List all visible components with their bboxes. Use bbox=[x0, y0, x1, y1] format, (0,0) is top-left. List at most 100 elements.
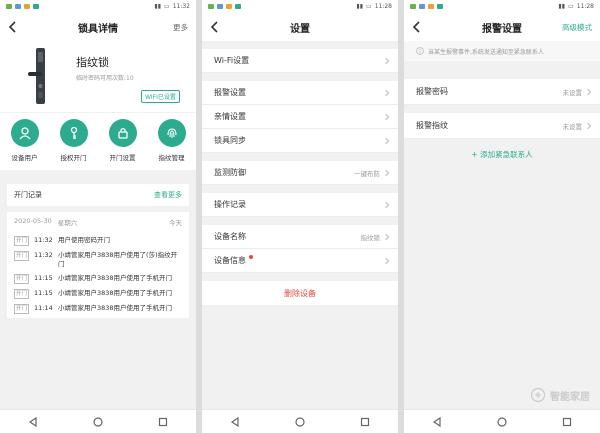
delete-device-button[interactable]: 删除设备 bbox=[202, 281, 398, 305]
app-icon bbox=[235, 4, 241, 9]
settings-item-sync[interactable]: 锁具同步 bbox=[202, 129, 398, 153]
list-item: 开门 11:15 小靖管家用户3838用户使用了手机开门 bbox=[14, 274, 182, 284]
chevron-right-icon bbox=[385, 169, 390, 176]
watermark-logo-icon bbox=[530, 387, 546, 403]
notice-text: 当某生报警事件,系统发送通知至紧急联系人 bbox=[428, 48, 544, 56]
nav-bar: 设置 bbox=[202, 13, 398, 41]
records-header: 开门记录 查看更多 bbox=[7, 184, 189, 206]
log-time: 11:14 bbox=[34, 304, 53, 312]
settings-item-devinfo[interactable]: 设备信息 bbox=[202, 249, 398, 273]
page-title: 设置 bbox=[290, 23, 310, 35]
lock-name: 指纹锁 bbox=[76, 56, 109, 69]
chevron-right-icon bbox=[385, 201, 390, 208]
app-icon bbox=[24, 4, 30, 9]
action-label: 设备用户 bbox=[11, 154, 38, 162]
status-bar: ▮▮ ▭ 11:28 bbox=[404, 0, 600, 13]
lock-card: 指纹锁 临时密码可用次数:10 WIFI已设置 bbox=[0, 41, 196, 112]
view-more-link[interactable]: 查看更多 bbox=[154, 190, 182, 200]
log-time: 11:15 bbox=[34, 274, 53, 282]
action-label: 开门设置 bbox=[109, 154, 136, 162]
chevron-right-icon bbox=[385, 57, 390, 64]
log-time: 11:15 bbox=[34, 289, 53, 297]
alarm-item-value: 未设置 bbox=[562, 88, 583, 97]
settings-item-family[interactable]: 亲情设置 bbox=[202, 105, 398, 129]
phone-lock-detail: ▮▮ ▭ 11:32 锁具详情 更多 指纹锁 临时密码可用次数:10 WIFI已… bbox=[0, 0, 196, 433]
log-date-header: 2020-05-30 星期六 今天 bbox=[14, 217, 182, 231]
chevron-right-icon bbox=[385, 137, 390, 144]
alarm-password-item[interactable]: 报警密码 未设置 bbox=[404, 79, 600, 105]
action-grid: 设备用户 授权开门 开门设置 指纹管理 bbox=[0, 113, 196, 170]
unlock-tag: 开门 bbox=[14, 304, 30, 314]
battery-icon: ▭ bbox=[366, 3, 372, 10]
unlock-tag: 开门 bbox=[14, 274, 30, 284]
back-triangle-icon[interactable] bbox=[27, 416, 39, 428]
unlock-settings-button[interactable]: 开门设置 bbox=[103, 119, 143, 170]
log-time: 11:32 bbox=[34, 236, 53, 244]
nav-bar: 报警设置 高级模式 bbox=[404, 13, 600, 41]
signal-icon: ▮▮ bbox=[558, 3, 566, 10]
app-icon bbox=[419, 4, 425, 9]
settings-item-label: 报警设置 bbox=[214, 88, 246, 97]
records-title: 开门记录 bbox=[14, 191, 42, 199]
settings-item-devname[interactable]: 设备名称 指纹锁 bbox=[202, 225, 398, 249]
clock: 11:28 bbox=[374, 3, 392, 10]
settings-item-oplog[interactable]: 操作记录 bbox=[202, 193, 398, 217]
unlock-tag: 开门 bbox=[14, 251, 30, 261]
settings-item-label: 亲情设置 bbox=[214, 112, 246, 121]
alarm-item-value: 未设置 bbox=[562, 122, 583, 131]
recents-square-icon[interactable] bbox=[359, 416, 371, 428]
settings-item-monitor[interactable]: 监测防御 一键布防 bbox=[202, 161, 398, 185]
settings-item-wifi[interactable]: Wi-Fi设置 bbox=[202, 49, 398, 73]
settings-item-alarm[interactable]: 报警设置 bbox=[202, 81, 398, 105]
fingerprint-icon bbox=[166, 128, 177, 138]
home-circle-icon[interactable] bbox=[92, 416, 104, 428]
back-arrow-icon[interactable] bbox=[410, 19, 424, 35]
alarm-notice: 当某生报警事件,系统发送通知至紧急联系人 bbox=[404, 41, 600, 61]
battery-icon: ▭ bbox=[568, 3, 574, 10]
device-users-button[interactable]: 设备用户 bbox=[5, 119, 45, 170]
more-button[interactable]: 更多 bbox=[173, 22, 188, 33]
log-weekday: 星期六 bbox=[57, 219, 78, 227]
phone-alarm-settings: ▮▮ ▭ 11:28 报警设置 高级模式 当某生报警事件,系统发送通知至紧急联系… bbox=[404, 0, 600, 433]
chevron-right-icon bbox=[587, 122, 592, 129]
authorize-unlock-button[interactable]: 授权开门 bbox=[54, 119, 94, 170]
fingerprint-manage-button[interactable]: 指纹管理 bbox=[152, 119, 192, 170]
wechat-icon bbox=[410, 4, 416, 9]
recents-square-icon[interactable] bbox=[561, 416, 573, 428]
page-title: 报警设置 bbox=[482, 23, 522, 35]
watermark-text: 智能家居 bbox=[550, 391, 590, 403]
info-icon bbox=[416, 47, 424, 55]
settings-item-label: 设备名称 bbox=[214, 232, 246, 241]
log-time: 11:32 bbox=[34, 251, 53, 259]
home-circle-icon[interactable] bbox=[294, 416, 306, 428]
notification-icons bbox=[208, 4, 241, 9]
settings-item-label: 监测防御 bbox=[214, 168, 246, 177]
app-icon bbox=[15, 4, 21, 9]
recents-square-icon[interactable] bbox=[157, 416, 169, 428]
wifi-status-badge[interactable]: WIFI已设置 bbox=[141, 90, 180, 103]
home-circle-icon[interactable] bbox=[496, 416, 508, 428]
user-icon bbox=[19, 127, 30, 140]
settings-item-value: 一键布防 bbox=[354, 169, 380, 178]
app-icon bbox=[428, 4, 434, 9]
key-icon bbox=[70, 126, 77, 139]
system-nav-bar bbox=[0, 409, 196, 433]
back-triangle-icon[interactable] bbox=[431, 416, 443, 428]
lock-device-image bbox=[28, 48, 45, 104]
settings-item-label: Wi-Fi设置 bbox=[214, 56, 250, 65]
back-arrow-icon[interactable] bbox=[6, 19, 20, 35]
advanced-mode-button[interactable]: 高级模式 bbox=[562, 22, 592, 33]
padlock-icon bbox=[117, 127, 128, 139]
clock: 11:32 bbox=[172, 3, 190, 10]
chevron-right-icon bbox=[385, 89, 390, 96]
phone-settings: ▮▮ ▭ 11:28 设置 Wi-Fi设置 报警设置 亲情设置 锁具同步 监测防… bbox=[202, 0, 398, 433]
back-triangle-icon[interactable] bbox=[229, 416, 241, 428]
status-bar: ▮▮ ▭ 11:28 bbox=[202, 0, 398, 13]
battery-icon: ▭ bbox=[164, 3, 170, 10]
add-emergency-contact-button[interactable]: + 添加紧急联系人 bbox=[404, 139, 600, 169]
chevron-right-icon bbox=[385, 257, 390, 264]
list-item: 开门 11:32 用户使用密码开门 bbox=[14, 236, 182, 246]
chevron-right-icon bbox=[587, 88, 592, 95]
back-arrow-icon[interactable] bbox=[208, 19, 222, 35]
alarm-fingerprint-item[interactable]: 报警指纹 未设置 bbox=[404, 113, 600, 139]
